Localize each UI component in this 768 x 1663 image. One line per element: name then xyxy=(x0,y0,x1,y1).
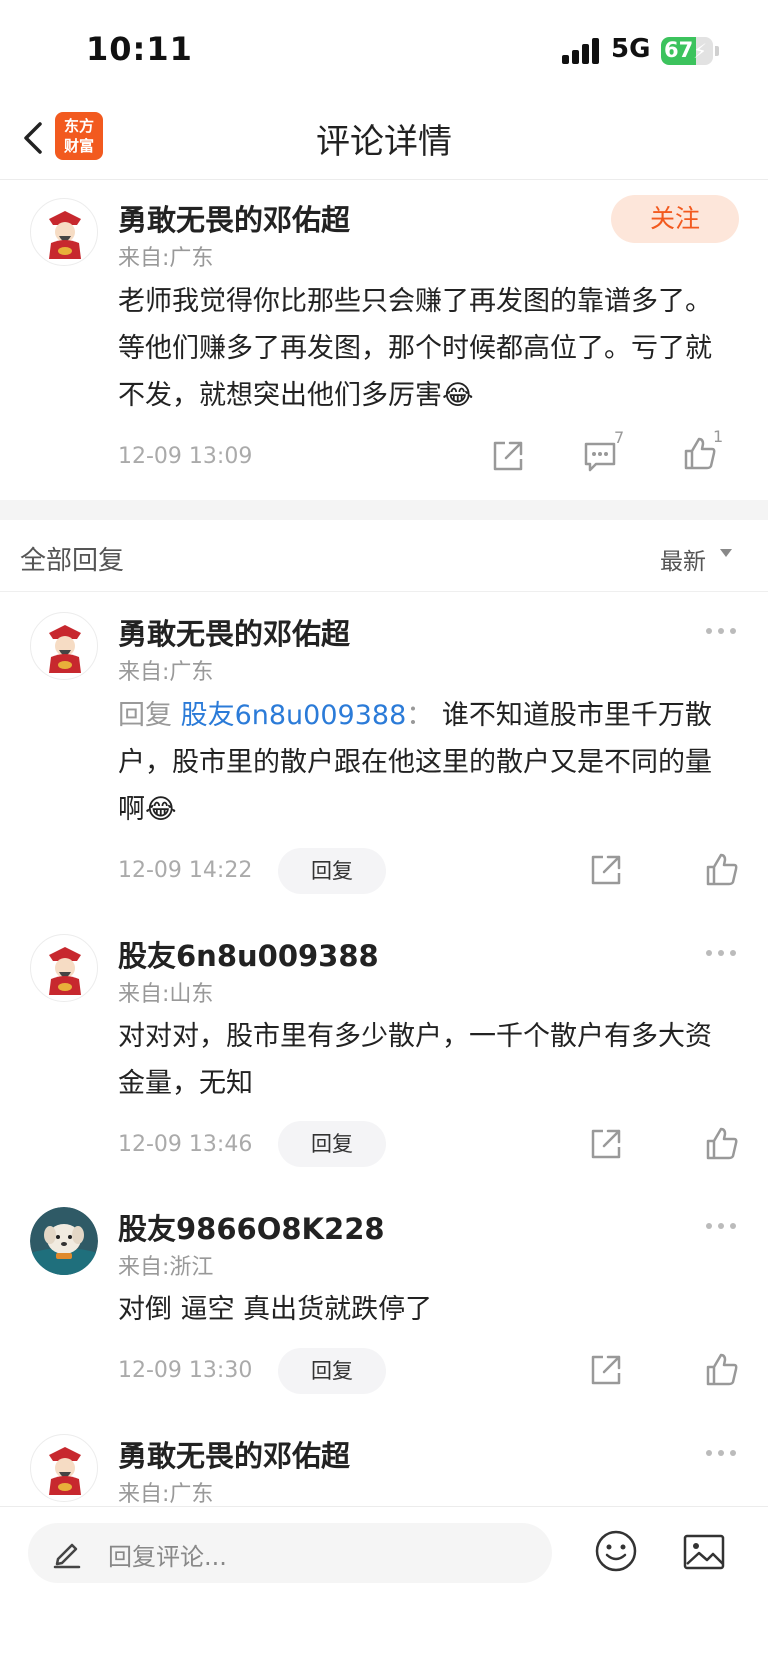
reply-colon: ： xyxy=(406,700,434,731)
page-title: 评论详情 xyxy=(316,122,452,162)
like-icon[interactable] xyxy=(704,852,740,888)
avatar[interactable] xyxy=(30,198,98,266)
cellular-signal-icon xyxy=(562,38,600,64)
share-icon[interactable] xyxy=(588,1126,624,1162)
all-replies-label: 全部回复 xyxy=(20,546,125,576)
avatar[interactable] xyxy=(30,934,98,1002)
caishen-avatar-icon xyxy=(49,211,81,259)
charging-bolt-icon: ⚡ xyxy=(692,39,707,63)
more-options-icon[interactable] xyxy=(706,626,738,636)
share-icon[interactable] xyxy=(490,438,526,474)
reply-location: 来自:广东 xyxy=(118,660,214,685)
share-icon[interactable] xyxy=(588,1352,624,1388)
more-options-icon[interactable] xyxy=(706,1221,738,1231)
reply-author[interactable]: 股友6n8u009388 xyxy=(118,933,379,975)
battery-icon: 67 ⚡ xyxy=(661,37,713,65)
reply-text: 对倒 逼空 真出货就跌停了 xyxy=(118,1294,433,1325)
battery-level: 67 xyxy=(664,38,694,62)
caret-down-icon[interactable] xyxy=(720,549,732,557)
nav-bar: 东方 财富 评论详情 xyxy=(0,100,768,180)
emoji-icon[interactable] xyxy=(594,1529,638,1573)
comment-author[interactable]: 勇敢无畏的邓佑超 xyxy=(118,197,350,239)
network-type: 5G xyxy=(611,34,651,64)
status-bar: 10:11 5G 67 ⚡ xyxy=(0,0,768,100)
battery-cap xyxy=(715,46,719,56)
pen-icon xyxy=(53,1543,81,1569)
caishen-avatar-icon xyxy=(49,1447,81,1495)
caishen-avatar-icon xyxy=(49,947,81,995)
reply-time: 12-09 13:46 xyxy=(118,1132,253,1157)
avatar[interactable] xyxy=(30,1434,98,1502)
comment-count: 7 xyxy=(614,428,625,447)
reply-text: 对对对，股市里有多少散户，一千个散户有多大资金量，无知 xyxy=(118,1021,712,1099)
sort-dropdown[interactable]: 最新 xyxy=(660,542,706,576)
reply-input-placeholder: 回复评论... xyxy=(108,1543,227,1571)
replies-header: 全部回复 最新 xyxy=(0,520,768,592)
avatar[interactable] xyxy=(30,612,98,680)
comment-time: 12-09 13:09 xyxy=(118,444,253,469)
status-time: 10:11 xyxy=(86,30,193,68)
image-icon[interactable] xyxy=(682,1532,726,1572)
reply-time: 12-09 13:30 xyxy=(118,1358,253,1383)
reply-location: 来自:浙江 xyxy=(118,1255,214,1280)
reply-comment-input[interactable]: 回复评论... xyxy=(28,1523,552,1583)
reply-button[interactable]: 回复 xyxy=(278,848,386,894)
reply-text: 回复 股友6n8u009388： 谁不知道股市里千万散户，股市里的散户跟在他这里… xyxy=(118,692,738,833)
like-count: 1 xyxy=(713,427,724,446)
reply-author[interactable]: 勇敢无畏的邓佑超 xyxy=(118,611,350,653)
reply-location: 来自:广东 xyxy=(118,1482,214,1507)
avatar[interactable] xyxy=(30,1207,98,1275)
bottom-input-bar: 回复评论... xyxy=(0,1506,768,1663)
reply-button[interactable]: 回复 xyxy=(278,1348,386,1394)
section-divider xyxy=(0,500,768,520)
comment-location: 来自:广东 xyxy=(118,246,214,271)
more-options-icon[interactable] xyxy=(706,948,738,958)
like-icon[interactable] xyxy=(704,1126,740,1162)
reply-author[interactable]: 勇敢无畏的邓佑超 xyxy=(118,1433,350,1475)
reply-target-link[interactable]: 股友6n8u009388 xyxy=(181,700,407,731)
share-icon[interactable] xyxy=(588,852,624,888)
like-icon[interactable] xyxy=(704,1352,740,1388)
dog-photo-avatar-icon xyxy=(30,1207,98,1275)
more-options-icon[interactable] xyxy=(706,1448,738,1458)
reply-location: 来自:山东 xyxy=(118,982,214,1007)
reply-time: 12-09 14:22 xyxy=(118,858,253,883)
comment-text: 老师我觉得你比那些只会赚了再发图的靠谱多了。等他们赚多了再发图，那个时候都高位了… xyxy=(118,286,712,411)
caishen-avatar-icon xyxy=(49,625,81,673)
comment-icon[interactable] xyxy=(582,438,618,474)
follow-button[interactable]: 关注 xyxy=(611,195,739,243)
reply-author[interactable]: 股友9866O8K228 xyxy=(118,1206,385,1248)
reply-prefix: 回复 xyxy=(118,700,172,731)
reply-button[interactable]: 回复 xyxy=(278,1121,386,1167)
